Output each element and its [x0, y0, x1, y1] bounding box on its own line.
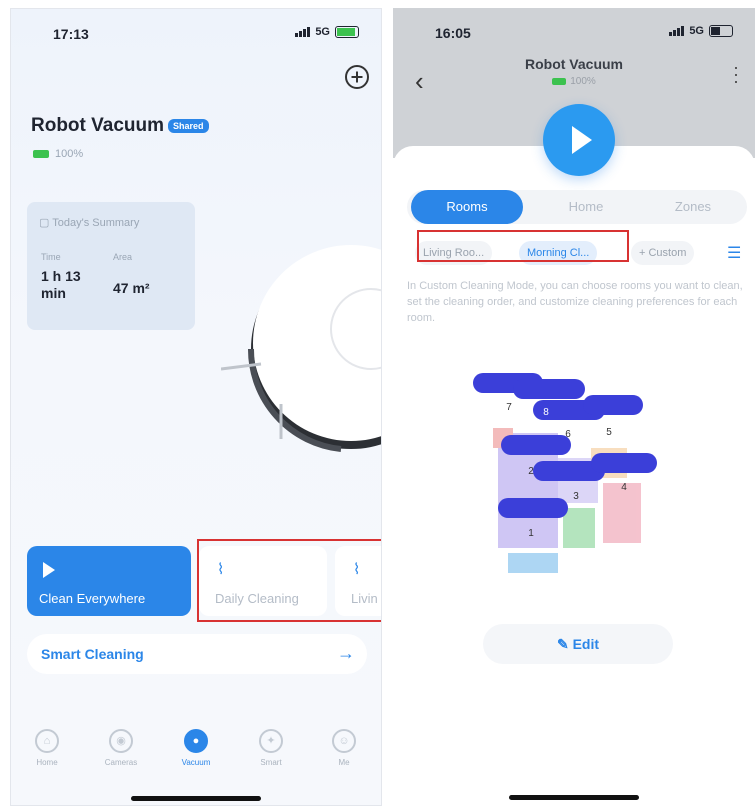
summary-time-value: 1 h 13 min: [41, 268, 81, 301]
room-number: 1: [528, 528, 534, 539]
tab-me[interactable]: ☺ Me: [314, 729, 374, 767]
room-number: 6: [565, 429, 571, 440]
room-number: 8: [543, 407, 549, 418]
tab-label: Smart: [260, 758, 282, 767]
battery-icon: [709, 25, 733, 37]
robot-vacuum-image: [221, 245, 381, 452]
tab-smart[interactable]: ✦ Smart: [241, 729, 301, 767]
summary-title: ▢ Today's Summary: [39, 217, 140, 229]
more-options-icon[interactable]: · · ·: [733, 58, 739, 90]
battery-status: 100%: [393, 76, 755, 87]
home-indicator: [509, 795, 639, 800]
network-label: 5G: [689, 25, 704, 37]
signal-icon: [669, 26, 685, 36]
camera-icon: ◉: [109, 729, 133, 753]
right-phone-screen: 16:05 5G ‹ Robot Vacuum 100% · · · Rooms H…: [393, 8, 755, 804]
sort-icon[interactable]: ☰: [727, 243, 741, 263]
todays-summary-card[interactable]: ▢ Today's Summary Time Area 1 h 13 min 4…: [27, 202, 195, 330]
battery-percent: 100%: [570, 76, 596, 87]
home-icon: ⌂: [35, 729, 59, 753]
smart-cleaning-label: Smart Cleaning: [41, 646, 144, 662]
pencil-icon: ✎: [556, 636, 573, 652]
status-signal: 5G: [669, 25, 733, 37]
bottom-tab-bar: ⌂ Home ◉ Cameras ● Vacuum ✦ Smart ☺ Me: [11, 729, 381, 789]
tab-label: Vacuum: [181, 758, 211, 767]
left-phone-screen: 17:13 5G Robot Vacuum Shared 100% ▢ Today…: [10, 8, 382, 806]
summary-area-value: 47 m²: [113, 280, 150, 296]
summary-area-label: Area: [113, 252, 133, 262]
tab-vacuum[interactable]: ● Vacuum: [166, 729, 226, 767]
start-cleaning-button[interactable]: [543, 104, 615, 176]
tab-label: Cameras: [104, 758, 138, 767]
battery-level-icon: [33, 150, 49, 158]
summary-time-label: Time: [41, 252, 61, 262]
home-indicator: [131, 796, 261, 801]
play-icon: [43, 562, 55, 578]
smart-cleaning-button[interactable]: Smart Cleaning →: [27, 634, 367, 674]
tab-home[interactable]: ⌂ Home: [17, 729, 77, 767]
mode-segmented-control: Rooms Home Zones: [407, 190, 747, 224]
edit-label: Edit: [572, 636, 600, 652]
smart-icon: ✦: [259, 729, 283, 753]
device-title: Robot Vacuum Shared: [31, 115, 209, 137]
room-number: 4: [621, 482, 627, 493]
room-number: 3: [573, 491, 579, 502]
clean-everywhere-button[interactable]: Clean Everywhere: [27, 546, 191, 616]
tab-label: Me: [338, 758, 350, 767]
room-number: 7: [506, 402, 512, 413]
vacuum-icon: ●: [184, 729, 208, 753]
room-number: 2: [528, 466, 534, 477]
arrow-right-icon: →: [337, 643, 355, 663]
battery-icon: [335, 26, 359, 38]
room-map[interactable]: 1 2 3 4 5 6 7 8: [473, 363, 683, 593]
status-time: 16:05: [435, 25, 471, 41]
chip-custom[interactable]: + Custom: [631, 241, 695, 265]
battery-status: 100%: [33, 148, 83, 160]
device-title-text: Robot Vacuum: [31, 115, 165, 136]
page-title: Robot Vacuum: [524, 56, 623, 72]
status-bar: 17:13 5G: [11, 23, 381, 47]
add-device-icon[interactable]: [345, 65, 369, 89]
highlight-box: [197, 539, 381, 622]
status-signal: 5G: [295, 26, 359, 38]
mode-description: In Custom Cleaning Mode, you can choose …: [407, 280, 743, 324]
room-number: 5: [606, 427, 612, 438]
clean-everywhere-label: Clean Everywhere: [39, 591, 146, 606]
segment-zones[interactable]: Zones: [643, 190, 743, 224]
battery-level-icon: [552, 77, 567, 85]
segment-rooms[interactable]: Rooms: [411, 190, 523, 224]
highlight-box: [417, 230, 629, 262]
battery-percent: 100%: [55, 148, 84, 160]
edit-button[interactable]: ✎ Edit: [483, 624, 673, 664]
segment-home[interactable]: Home: [531, 190, 641, 224]
status-bar: 16:05 5G: [393, 22, 755, 46]
tab-cameras[interactable]: ◉ Cameras: [91, 729, 151, 767]
network-label: 5G: [315, 26, 330, 38]
person-icon: ☺: [332, 729, 356, 753]
tab-label: Home: [36, 758, 58, 767]
status-time: 17:13: [53, 26, 89, 42]
signal-icon: [295, 27, 311, 37]
shared-badge: Shared: [168, 118, 209, 133]
